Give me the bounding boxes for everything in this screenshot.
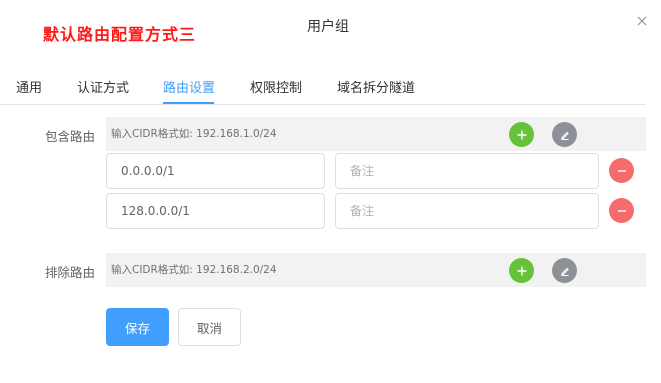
minus-icon	[617, 169, 626, 172]
exclude-add-button[interactable]	[509, 258, 534, 283]
cancel-button[interactable]: 取消	[178, 308, 241, 346]
route-note-input[interactable]	[335, 193, 599, 229]
tab-auth-method[interactable]: 认证方式	[77, 77, 129, 96]
remove-route-button[interactable]	[609, 198, 634, 223]
tab-route-settings[interactable]: 路由设置	[163, 77, 215, 96]
dialog-title: 用户组	[307, 19, 349, 35]
close-icon[interactable]	[635, 14, 649, 28]
annotation-title: 默认路由配置方式三	[43, 25, 197, 44]
exclude-cidr-input[interactable]	[106, 253, 486, 287]
pencil-icon	[560, 267, 569, 276]
plus-icon	[517, 130, 526, 139]
exclude-cidr-row	[106, 253, 646, 287]
save-button[interactable]: 保存	[106, 308, 169, 346]
tab-bar: 通用 认证方式 路由设置 权限控制 域名拆分隧道	[0, 72, 646, 105]
minus-icon	[617, 209, 626, 212]
tab-permission-control[interactable]: 权限控制	[250, 77, 302, 96]
include-edit-button[interactable]	[552, 122, 577, 147]
plus-icon	[517, 266, 526, 275]
include-routes-label: 包含路由	[45, 129, 96, 144]
include-cidr-input[interactable]	[106, 117, 486, 151]
exclude-routes-label: 排除路由	[45, 265, 96, 280]
tab-general[interactable]: 通用	[16, 77, 42, 96]
route-value-input[interactable]	[106, 193, 325, 229]
include-add-button[interactable]	[509, 122, 534, 147]
remove-route-button[interactable]	[609, 158, 634, 183]
route-note-input[interactable]	[335, 153, 599, 189]
tab-split-tunnel[interactable]: 域名拆分隧道	[337, 77, 415, 96]
pencil-icon	[560, 131, 569, 140]
route-value-input[interactable]	[106, 153, 325, 189]
include-cidr-row	[106, 117, 646, 151]
exclude-edit-button[interactable]	[552, 258, 577, 283]
active-tab-indicator	[163, 102, 214, 104]
